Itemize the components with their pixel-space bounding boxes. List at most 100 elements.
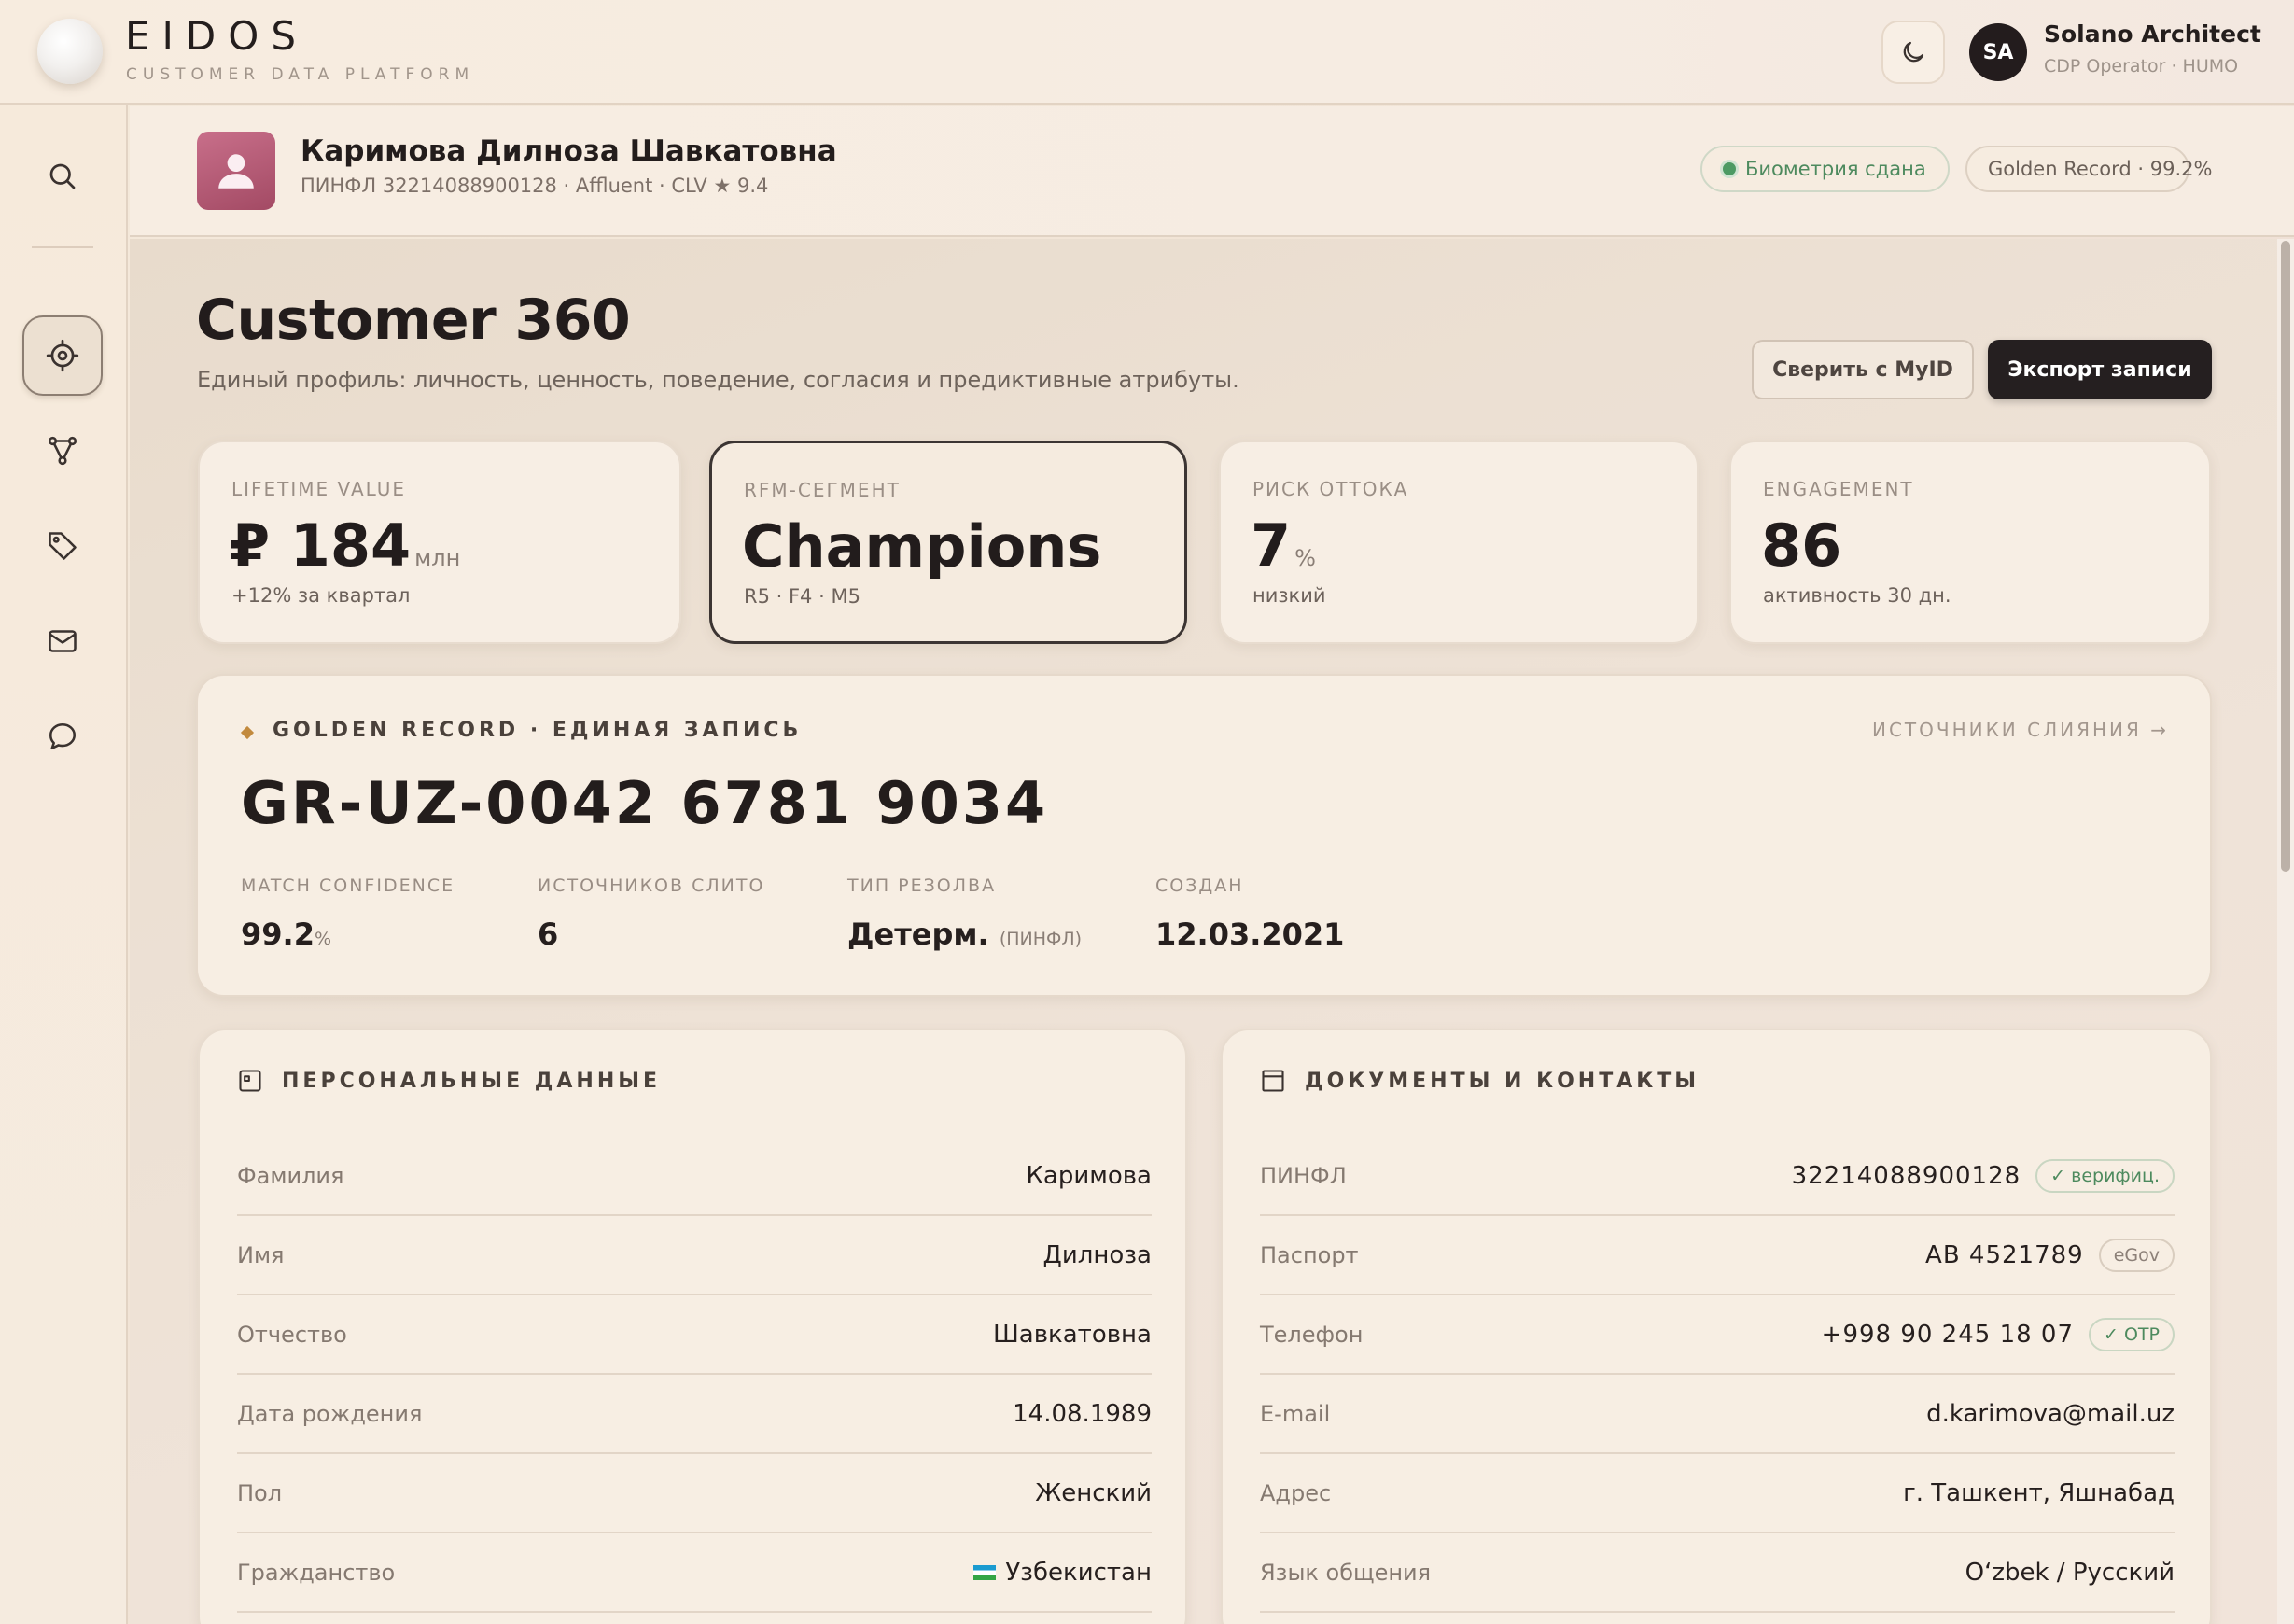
document-icon	[1262, 1070, 1284, 1092]
sidebar-item-mail[interactable]	[22, 601, 103, 681]
list-item: Пол Женский	[237, 1454, 1152, 1533]
merge-sources-link[interactable]: ИСТОЧНИКИ СЛИЯНИЯ →	[1872, 719, 2169, 741]
personal-data-card: ПЕРСОНАЛЬНЫЕ ДАННЫЕ Фамилия Каримова Имя Д…	[198, 1029, 1187, 1624]
field-label: Паспорт	[1260, 1241, 1359, 1268]
gr-stat-label: ТИП РЕЗОЛВА	[847, 875, 997, 896]
kpi-note: низкий	[1252, 584, 1326, 607]
page-title: Customer 360	[196, 287, 631, 353]
gr-stat-created: СОЗДАН 12.03.2021	[1155, 875, 1344, 952]
graph-icon	[48, 436, 77, 466]
kpi-value-number: 7	[1251, 511, 1292, 580]
scrollbar-thumb[interactable]	[2281, 241, 2290, 872]
kpi-value-number: Champions	[742, 512, 1102, 581]
card-header: ПЕРСОНАЛЬНЫЕ ДАННЫЕ	[237, 1068, 661, 1094]
field-value: 32214088900128 ✓ верифиц.	[1791, 1158, 2175, 1193]
gr-stat-value: Детерм. (ПИНФЛ)	[847, 917, 1082, 952]
sidebar-item-tags[interactable]	[22, 506, 103, 586]
kpi-engagement[interactable]: ENGAGEMENT 86 активность 30 дн.	[1729, 441, 2211, 644]
id-card-icon	[239, 1070, 261, 1092]
customer-header: Каримова Дилноза Шавкатовна ПИНФЛ 322140…	[130, 106, 2294, 237]
logo-orb-icon[interactable]	[37, 19, 103, 84]
passport-value: AB 4521789	[1925, 1240, 2084, 1269]
biometric-status-label: Биометрия сдана	[1745, 158, 1926, 180]
gr-stat-label: MATCH CONFIDENCE	[241, 875, 455, 896]
gr-stat-sources-merged: ИСТОЧНИКОВ СЛИТО 6	[538, 875, 764, 952]
documents-list: ПИНФЛ 32214088900128 ✓ верифиц. Паспорт AB …	[1260, 1137, 2175, 1613]
egov-badge: eGov	[2098, 1238, 2175, 1272]
sidebar-divider	[32, 246, 93, 248]
gr-stat-value-main: 6	[538, 917, 559, 952]
kpi-unit: %	[1294, 545, 1316, 571]
field-label: Дата рождения	[237, 1400, 423, 1427]
export-record-button[interactable]: Экспорт записи	[1988, 340, 2212, 399]
field-label: Фамилия	[237, 1162, 344, 1189]
theme-toggle-button[interactable]	[1881, 21, 1945, 84]
gr-stat-suffix: (ПИНФЛ)	[999, 929, 1083, 949]
gr-stat-value: 12.03.2021	[1155, 917, 1344, 952]
sidebar-item-chat[interactable]	[22, 696, 103, 777]
kpi-label: РИСК ОТТОКА	[1252, 478, 1409, 500]
sidebar-search-button[interactable]	[22, 136, 103, 217]
list-item: Паспорт AB 4521789 eGov	[1260, 1216, 2175, 1295]
citizenship-value: Узбекистан	[1005, 1558, 1152, 1587]
kpi-note: активность 30 дн.	[1763, 584, 1951, 607]
list-item: Фамилия Каримова	[237, 1137, 1152, 1216]
personal-data-list: Фамилия Каримова Имя Дилноза Отчество Шавка…	[237, 1137, 1152, 1613]
moon-icon	[1903, 41, 1924, 63]
field-label: Имя	[237, 1241, 285, 1268]
kpi-lifetime-value[interactable]: LIFETIME VALUE ₽ 184 млн +12% за квартал	[198, 441, 681, 644]
diamond-icon	[240, 725, 255, 740]
field-label: Пол	[237, 1479, 283, 1506]
brand-name: EIDOS	[125, 13, 308, 59]
golden-record-badge-label: Golden Record · 99.2%	[1988, 158, 2213, 180]
field-value: Женский	[1035, 1478, 1152, 1507]
gr-stat-value-main: 12.03.2021	[1155, 917, 1345, 952]
otp-badge: ✓ OTP	[2089, 1317, 2175, 1351]
user-icon	[218, 154, 254, 189]
kpi-value: ₽ 184 млн	[230, 511, 460, 580]
field-label: Телефон	[1260, 1321, 1364, 1348]
field-label: Отчество	[237, 1321, 347, 1348]
customer-meta: ПИНФЛ 32214088900128 · Affluent · CLV ★ …	[301, 175, 769, 197]
user-avatar[interactable]: SA	[1969, 23, 2027, 81]
kpi-label: ENGAGEMENT	[1763, 478, 1914, 500]
card-header: ДОКУМЕНТЫ И КОНТАКТЫ	[1260, 1068, 1700, 1094]
golden-record-title: GOLDEN RECORD · ЕДИНАЯ ЗАПИСЬ	[273, 719, 803, 742]
gr-stat-label: СОЗДАН	[1155, 875, 1244, 896]
kpi-note: +12% за квартал	[231, 584, 411, 607]
gr-stat-suffix: %	[314, 929, 332, 949]
field-value: +998 90 245 18 07 ✓ OTP	[1822, 1317, 2175, 1351]
user-role: CDP Operator · HUMO	[2044, 56, 2239, 77]
chat-icon	[49, 722, 77, 750]
kpi-churn-risk[interactable]: РИСК ОТТОКА 7% низкий	[1219, 441, 1699, 644]
gr-stat-match-confidence: MATCH CONFIDENCE 99.2%	[241, 875, 455, 952]
field-value: 14.08.1989	[1013, 1399, 1152, 1428]
kpi-value: Champions	[742, 512, 1101, 581]
kpi-value: 7%	[1251, 511, 1316, 580]
field-value: Каримова	[1026, 1161, 1152, 1190]
uzbekistan-flag-icon	[973, 1564, 997, 1580]
golden-record-card: GOLDEN RECORD · ЕДИНАЯ ЗАПИСЬ ИСТОЧНИКИ …	[196, 674, 2212, 997]
gr-stat-value: 6	[538, 917, 764, 952]
kpi-value: 86	[1761, 511, 1841, 580]
field-value: Шавкатовна	[992, 1320, 1152, 1349]
field-label: E-mail	[1260, 1400, 1331, 1427]
list-item: Телефон +998 90 245 18 07 ✓ OTP	[1260, 1295, 2175, 1375]
gr-stat-value-main: Детерм.	[847, 917, 989, 952]
golden-record-id: GR-UZ-0042 6781 9034	[241, 769, 1049, 837]
page-subtitle: Единый профиль: личность, ценность, пове…	[197, 367, 1239, 393]
sidebar-item-graph[interactable]	[22, 411, 103, 491]
verify-myid-button[interactable]: Сверить с MyID	[1752, 340, 1974, 399]
search-icon	[49, 163, 76, 189]
pinfl-value: 32214088900128	[1791, 1161, 2021, 1190]
sidebar-item-customer-360[interactable]	[22, 315, 103, 396]
field-label: Гражданство	[237, 1559, 396, 1586]
list-item: Дата рождения 14.08.1989	[237, 1375, 1152, 1454]
list-item: Имя Дилноза	[237, 1216, 1152, 1295]
list-item: Гражданство Узбекистан	[237, 1533, 1152, 1613]
customer-name: Каримова Дилноза Шавкатовна	[301, 134, 837, 168]
kpi-rfm-segment[interactable]: RFM-СЕГМЕНТ Champions R5 · F4 · M5	[709, 441, 1187, 644]
kpi-label: LIFETIME VALUE	[231, 478, 407, 500]
field-value: г. Ташкент, Яшнабад	[1903, 1478, 2175, 1507]
list-item: Отчество Шавкатовна	[237, 1295, 1152, 1375]
